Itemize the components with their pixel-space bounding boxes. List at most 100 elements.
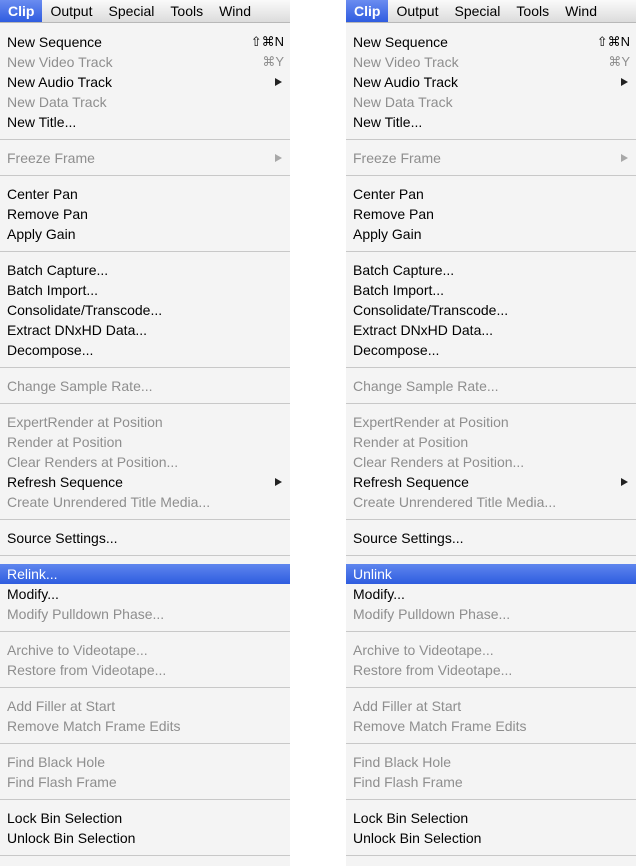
clip-menu-dropdown: New Sequence ⇧⌘N New Video Track ⌘Y New Audi…: [346, 23, 636, 866]
menu-item-refresh-sequence[interactable]: Refresh Sequence: [0, 472, 290, 492]
menu-item-source-settings[interactable]: Source Settings...: [346, 528, 636, 548]
submenu-arrow-icon: [275, 478, 282, 486]
menu-item-remove-pan[interactable]: Remove Pan: [346, 204, 636, 224]
menu-item-restore-from-videotape: Restore from Videotape...: [346, 660, 636, 680]
menubar-output[interactable]: Output: [388, 0, 446, 22]
menu-item-extract-dnxhd-data[interactable]: Extract DNxHD Data...: [346, 320, 636, 340]
menu-item-label: Remove Match Frame Edits: [7, 718, 181, 734]
menu-item-source-settings[interactable]: Source Settings...: [0, 528, 290, 548]
menu-item-modify[interactable]: Modify...: [0, 584, 290, 604]
menu-item-label: Apply Gain: [7, 226, 76, 242]
menu-item-label: Add Filler at Start: [7, 698, 116, 714]
menu-item-freeze-frame: Freeze Frame: [346, 148, 636, 168]
menu-item-unlock-bin-selection[interactable]: Unlock Bin Selection: [346, 828, 636, 848]
shortcut-label: ⌘Y: [262, 54, 284, 69]
menu-separator: [0, 367, 290, 368]
menu-item-extract-dnxhd-data[interactable]: Extract DNxHD Data...: [0, 320, 290, 340]
menu-separator: [346, 251, 636, 252]
menu-item-add-filler-at-start: Add Filler at Start: [346, 696, 636, 716]
menu-item-find-black-hole: Find Black Hole: [346, 752, 636, 772]
menu-item-find-black-hole: Find Black Hole: [0, 752, 290, 772]
menu-item-label: Find Flash Frame: [353, 774, 463, 790]
menu-item-label: Lock Bin Selection: [7, 810, 123, 826]
menu-item-remove-pan[interactable]: Remove Pan: [0, 204, 290, 224]
menu-item-apply-gain[interactable]: Apply Gain: [346, 224, 636, 244]
menu-item-label: Decompose...: [7, 342, 94, 358]
menubar-special[interactable]: Special: [100, 0, 162, 22]
menu-item-label: New Video Track: [7, 54, 113, 70]
menu-item-new-title[interactable]: New Title...: [0, 112, 290, 132]
menu-item-lock-bin-selection[interactable]: Lock Bin Selection: [0, 808, 290, 828]
menu-item-new-sequence[interactable]: New Sequence ⇧⌘N: [346, 32, 636, 52]
menu-item-label: New Sequence: [7, 34, 102, 50]
submenu-arrow-icon: [621, 154, 628, 162]
menubar-special[interactable]: Special: [446, 0, 508, 22]
menu-item-new-data-track: New Data Track: [346, 92, 636, 112]
menu-item-modify-pulldown-phase: Modify Pulldown Phase...: [346, 604, 636, 624]
clip-menu-right: Clip Output Special Tools Wind New Sequence ⇧…: [346, 0, 636, 866]
menu-item-unlock-bin-selection[interactable]: Unlock Bin Selection: [0, 828, 290, 848]
menu-item-modify[interactable]: Modify...: [346, 584, 636, 604]
menu-item-clear-renders-at-position: Clear Renders at Position...: [0, 452, 290, 472]
menu-item-lock-bin-selection[interactable]: Lock Bin Selection: [346, 808, 636, 828]
menu-item-center-pan[interactable]: Center Pan: [346, 184, 636, 204]
menu-item-label: ExpertRender at Position: [353, 414, 509, 430]
menu-item-render-at-position: Render at Position: [0, 432, 290, 452]
menu-item-batch-capture[interactable]: Batch Capture...: [346, 260, 636, 280]
menu-item-decompose[interactable]: Decompose...: [346, 340, 636, 360]
menu-item-label: Freeze Frame: [7, 150, 95, 166]
menubar-wind[interactable]: Wind: [557, 0, 605, 22]
menu-item-center-pan[interactable]: Center Pan: [0, 184, 290, 204]
menu-separator: [346, 139, 636, 140]
submenu-arrow-icon: [275, 154, 282, 162]
menu-item-apply-gain[interactable]: Apply Gain: [0, 224, 290, 244]
menu-separator: [346, 855, 636, 856]
menu-item-batch-import[interactable]: Batch Import...: [0, 280, 290, 300]
menu-item-create-unrendered-title-media: Create Unrendered Title Media...: [0, 492, 290, 512]
menubar-tools[interactable]: Tools: [508, 0, 557, 22]
menu-separator: [346, 799, 636, 800]
menu-separator: [0, 175, 290, 176]
menu-item-new-audio-track[interactable]: New Audio Track: [0, 72, 290, 92]
menu-item-label: Find Flash Frame: [7, 774, 117, 790]
menu-item-label: Unlock Bin Selection: [7, 830, 136, 846]
menu-item-batch-import[interactable]: Batch Import...: [346, 280, 636, 300]
menu-item-consolidate-transcode[interactable]: Consolidate/Transcode...: [0, 300, 290, 320]
menu-separator: [0, 555, 290, 556]
menu-item-find-flash-frame: Find Flash Frame: [346, 772, 636, 792]
menu-separator: [346, 631, 636, 632]
submenu-arrow-icon: [621, 78, 628, 86]
menu-item-consolidate-transcode[interactable]: Consolidate/Transcode...: [346, 300, 636, 320]
menu-separator: [0, 631, 290, 632]
menu-item-decompose[interactable]: Decompose...: [0, 340, 290, 360]
menubar-wind[interactable]: Wind: [211, 0, 259, 22]
menu-item-label: Refresh Sequence: [7, 474, 123, 490]
clip-menu-left: Clip Output Special Tools Wind New Sequence ⇧…: [0, 0, 290, 866]
menu-item-unlink[interactable]: Unlink: [346, 564, 636, 584]
menu-item-relink[interactable]: Relink...: [0, 564, 290, 584]
menubar-clip[interactable]: Clip: [0, 0, 43, 22]
menu-item-label: Restore from Videotape...: [7, 662, 167, 678]
menu-separator: [0, 519, 290, 520]
menu-item-new-sequence[interactable]: New Sequence ⇧⌘N: [0, 32, 290, 52]
menubar-clip[interactable]: Clip: [346, 0, 389, 22]
menu-item-new-video-track: New Video Track ⌘Y: [346, 52, 636, 72]
menu-item-batch-capture[interactable]: Batch Capture...: [0, 260, 290, 280]
menu-item-new-title[interactable]: New Title...: [346, 112, 636, 132]
menu-item-label: Change Sample Rate...: [353, 378, 499, 394]
menu-separator: [0, 687, 290, 688]
menu-item-label: Render at Position: [353, 434, 469, 450]
menu-item-new-audio-track[interactable]: New Audio Track: [346, 72, 636, 92]
menu-separator: [0, 799, 290, 800]
menu-item-label: Decompose...: [353, 342, 440, 358]
menu-item-modify-pulldown-phase: Modify Pulldown Phase...: [0, 604, 290, 624]
menu-item-label: Extract DNxHD Data...: [353, 322, 494, 338]
menu-item-label: Apply Gain: [353, 226, 422, 242]
menu-item-label: Find Black Hole: [353, 754, 452, 770]
menubar-tools[interactable]: Tools: [162, 0, 211, 22]
menu-item-label: Relink...: [7, 566, 58, 582]
menu-item-archive-to-videotape: Archive to Videotape...: [346, 640, 636, 660]
menubar-output[interactable]: Output: [42, 0, 100, 22]
menu-item-refresh-sequence[interactable]: Refresh Sequence: [346, 472, 636, 492]
shortcut-label: ⇧⌘N: [596, 34, 630, 49]
